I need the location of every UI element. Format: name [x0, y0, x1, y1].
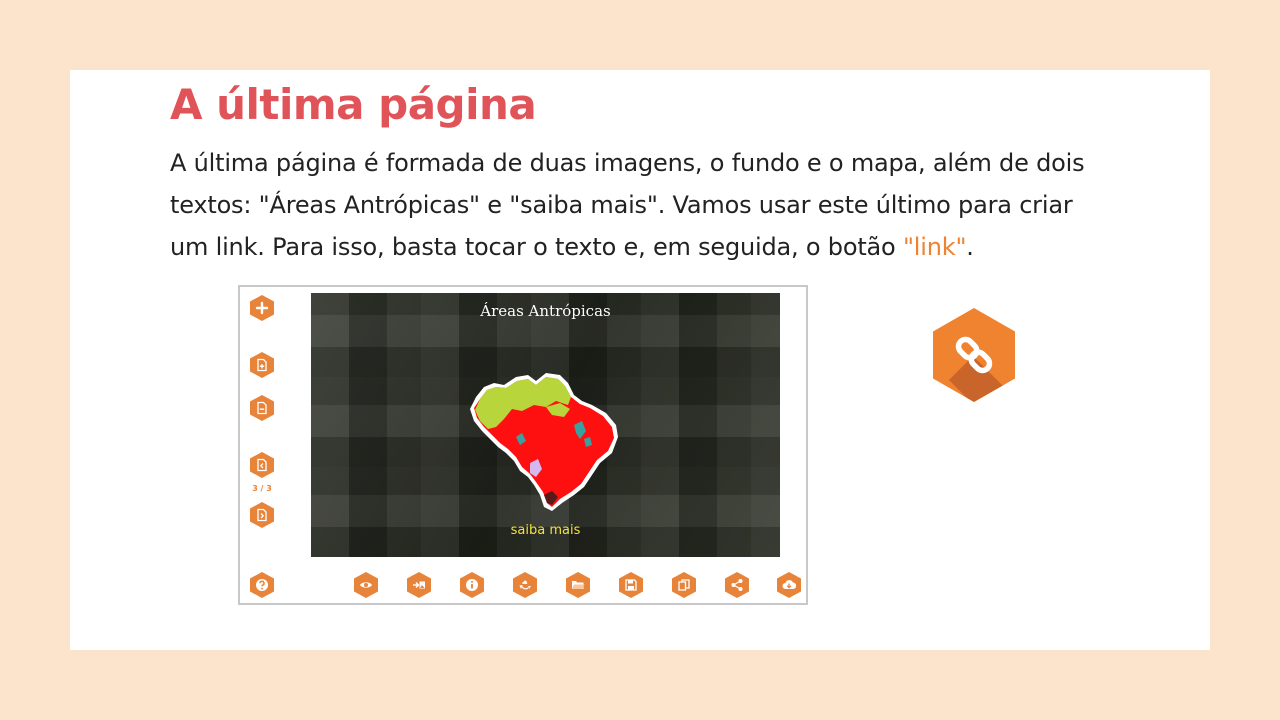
- slide-title: A última página: [170, 80, 537, 129]
- download-button[interactable]: [777, 572, 801, 598]
- brazil-map-image[interactable]: [456, 335, 636, 515]
- prev-page-button[interactable]: [250, 452, 274, 478]
- preview-button[interactable]: [354, 572, 378, 598]
- prev-page-icon: [257, 458, 267, 472]
- link-button-illustration: [933, 308, 1015, 402]
- share-icon: [731, 579, 743, 591]
- save-icon: [625, 579, 637, 591]
- slide-paragraph: A última página é formada de duas imagen…: [170, 142, 1100, 268]
- canvas-title-text[interactable]: Áreas Antrópicas: [311, 302, 780, 320]
- help-button[interactable]: [250, 572, 274, 598]
- eye-icon: [360, 582, 372, 588]
- add-page-icon: [257, 358, 267, 372]
- remove-page-icon: [257, 401, 267, 415]
- share-button[interactable]: [725, 572, 749, 598]
- add-page-button[interactable]: [250, 352, 274, 378]
- app-screenshot: 3 / 3 Áreas Antrópicas saiba mais: [238, 285, 808, 605]
- link-icon: [955, 336, 993, 374]
- page-canvas[interactable]: Áreas Antrópicas saiba mais: [311, 293, 780, 557]
- folder-icon: [572, 581, 585, 589]
- paragraph-end: .: [966, 233, 974, 261]
- info-icon: [466, 579, 478, 591]
- save-button[interactable]: [619, 572, 643, 598]
- info-button[interactable]: [460, 572, 484, 598]
- paragraph-link-word: "link": [902, 233, 967, 261]
- recycle-button[interactable]: [513, 572, 537, 598]
- add-icon: [255, 301, 269, 315]
- page-counter: 3 / 3: [252, 484, 272, 493]
- next-page-button[interactable]: [250, 502, 274, 528]
- copy-icon: [678, 579, 690, 591]
- open-folder-button[interactable]: [566, 572, 590, 598]
- help-icon: [256, 579, 268, 591]
- remove-page-button[interactable]: [250, 395, 274, 421]
- canvas-link-text[interactable]: saiba mais: [311, 523, 780, 538]
- download-icon: [782, 580, 796, 589]
- import-image-icon: [413, 581, 425, 589]
- import-image-button[interactable]: [407, 572, 431, 598]
- next-page-icon: [257, 508, 267, 522]
- slide-card: A última página A última página é formad…: [70, 70, 1210, 650]
- add-button[interactable]: [250, 295, 274, 321]
- recycle-icon: [519, 580, 531, 590]
- duplicate-button[interactable]: [672, 572, 696, 598]
